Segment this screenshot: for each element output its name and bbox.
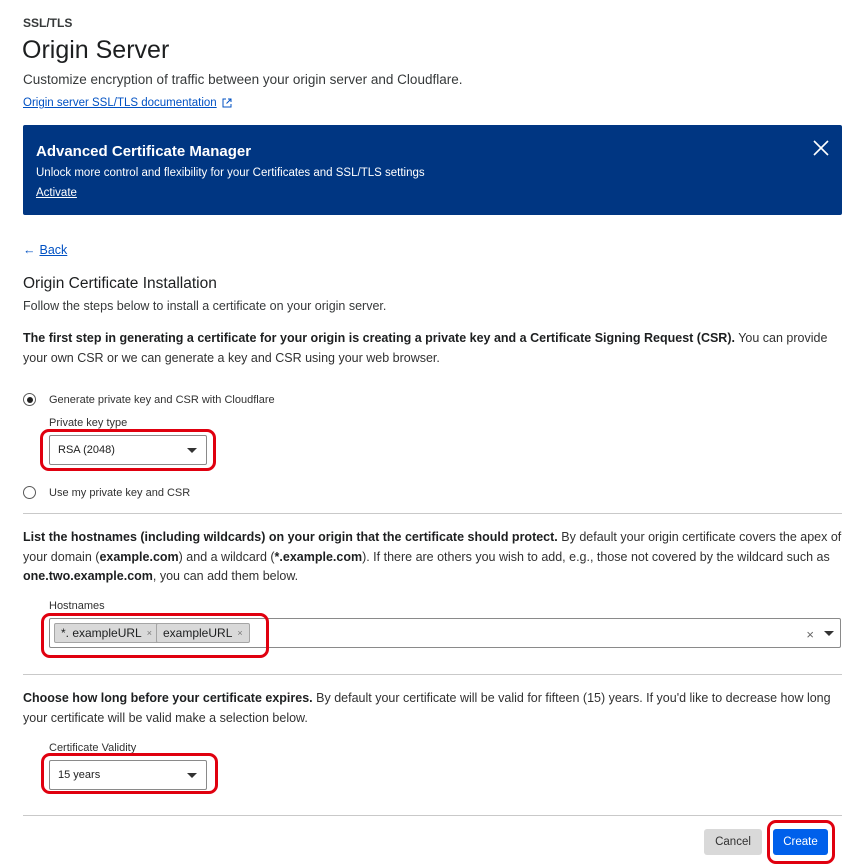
back-link-label: Back <box>39 243 68 257</box>
external-link-icon <box>222 98 232 108</box>
step2-bold: List the hostnames (including wildcards)… <box>23 530 558 544</box>
hostname-tag-label: exampleURL <box>163 626 233 640</box>
private-key-type-value: RSA (2048) <box>58 444 115 456</box>
radio-own[interactable] <box>23 486 36 499</box>
radio-own-row[interactable]: Use my private key and CSR <box>23 486 190 499</box>
hostnames-input[interactable]: *. exampleURL × exampleURL × × <box>49 618 841 648</box>
hostname-tag: exampleURL × <box>156 623 250 643</box>
hostnames-label: Hostnames <box>49 600 105 612</box>
banner-text: Unlock more control and flexibility for … <box>36 167 425 179</box>
radio-own-label: Use my private key and CSR <box>49 486 191 499</box>
documentation-link-label: Origin server SSL/TLS documentation <box>23 97 217 109</box>
banner-title: Advanced Certificate Manager <box>36 143 252 160</box>
step1-paragraph: The first step in generating a certifica… <box>23 329 843 368</box>
remove-tag-icon[interactable]: × <box>237 628 242 638</box>
private-key-type-label: Private key type <box>49 417 128 429</box>
step2-paragraph: List the hostnames (including wildcards)… <box>23 528 843 587</box>
back-link[interactable]: ← Back <box>23 243 67 257</box>
chevron-down-icon[interactable] <box>824 631 834 636</box>
create-button[interactable]: Create <box>773 829 828 855</box>
hostname-tag-label: *. exampleURL <box>61 626 142 640</box>
step3-bold: Choose how long before your certificate … <box>23 691 313 705</box>
private-key-type-select[interactable]: RSA (2048) <box>49 435 207 465</box>
certificate-validity-select[interactable]: 15 years <box>49 760 207 790</box>
section-title: Origin Certificate Installation <box>23 275 217 292</box>
close-icon[interactable] <box>812 139 830 157</box>
subdomain-example: one.two.example.com <box>23 569 153 583</box>
page-title: Origin Server <box>22 36 170 64</box>
step2-text-2: ) and a wildcard ( <box>178 549 275 564</box>
apex-domain: example.com <box>99 549 179 564</box>
certificate-validity-label: Certificate Validity <box>49 742 137 754</box>
step1-bold: The first step in generating a certifica… <box>23 331 735 345</box>
hostname-tag: *. exampleURL × <box>54 623 159 643</box>
arrow-left-icon: ← <box>23 243 36 257</box>
chevron-down-icon <box>187 773 197 778</box>
step3-paragraph: Choose how long before your certificate … <box>23 689 843 728</box>
eyebrow: SSL/TLS <box>23 16 73 30</box>
divider <box>23 674 842 675</box>
wildcard-domain: *.example.com <box>274 549 363 564</box>
divider <box>23 513 842 514</box>
radio-generate-row[interactable]: Generate private key and CSR with Cloudf… <box>23 393 275 406</box>
divider <box>23 815 842 816</box>
chevron-down-icon <box>187 448 197 453</box>
clear-all-icon[interactable]: × <box>806 627 814 642</box>
remove-tag-icon[interactable]: × <box>147 628 152 638</box>
radio-generate[interactable] <box>23 393 36 406</box>
section-description: Follow the steps below to install a cert… <box>23 299 387 313</box>
step2-text-4: , you can add them below. <box>152 569 299 583</box>
page-subtitle: Customize encryption of traffic between … <box>23 72 463 87</box>
radio-generate-label: Generate private key and CSR with Cloudf… <box>49 393 275 406</box>
step2-text-3: ). If there are others you wish to add, … <box>362 549 830 564</box>
cancel-button[interactable]: Cancel <box>704 829 762 855</box>
certificate-validity-value: 15 years <box>58 769 101 781</box>
acm-banner: Advanced Certificate Manager Unlock more… <box>23 125 842 215</box>
banner-activate-link[interactable]: Activate <box>36 187 77 199</box>
documentation-link[interactable]: Origin server SSL/TLS documentation <box>23 97 232 109</box>
